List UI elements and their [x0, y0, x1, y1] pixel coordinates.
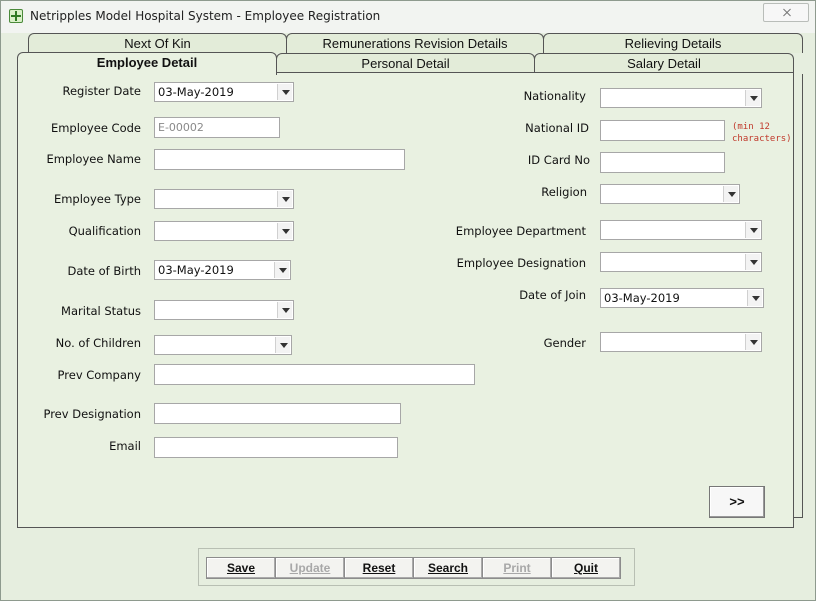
employee-name-label: Employee Name [46, 152, 141, 166]
dropdown-arrow-icon[interactable] [277, 84, 292, 100]
qualification-label: Qualification [68, 224, 141, 238]
religion-select[interactable] [600, 184, 740, 204]
print-button[interactable]: Print [482, 557, 552, 579]
employee-code-label: Employee Code [50, 121, 141, 135]
employee-designation-label: Employee Designation [456, 256, 586, 270]
no-of-children-select[interactable] [154, 335, 292, 355]
marital-status-label: Marital Status [61, 304, 141, 318]
gender-label: Gender [543, 336, 586, 350]
update-button[interactable]: Update [275, 557, 345, 579]
app-window: Netripples Model Hospital System - Emplo… [0, 0, 816, 601]
prev-company-field[interactable] [154, 364, 475, 385]
date-of-join-picker[interactable]: 03-May-2019 [600, 288, 764, 308]
date-of-join-label: Date of Join [519, 288, 586, 302]
dropdown-arrow-icon[interactable] [745, 90, 760, 106]
tab-next-of-kin[interactable]: Next Of Kin [28, 33, 287, 53]
date-of-birth-label: Date of Birth [67, 264, 142, 278]
id-card-no-field[interactable] [600, 152, 725, 173]
national-id-hint: (min 12 characters) [732, 122, 792, 144]
date-of-birth-picker[interactable]: 03-May-2019 [154, 260, 291, 280]
dropdown-arrow-icon[interactable] [275, 337, 290, 353]
register-date-value: 03-May-2019 [158, 85, 234, 99]
id-card-no-label: ID Card No [527, 153, 590, 167]
window-title: Netripples Model Hospital System - Emplo… [30, 9, 381, 23]
marital-status-select[interactable] [154, 300, 294, 320]
employee-type-select[interactable] [154, 189, 294, 209]
close-icon[interactable] [763, 3, 809, 22]
dropdown-arrow-icon[interactable] [745, 334, 760, 350]
dropdown-arrow-icon[interactable] [277, 302, 292, 318]
tab-stack-edge [793, 74, 803, 518]
no-of-children-label: No. of Children [55, 336, 141, 350]
register-date-picker[interactable]: 03-May-2019 [154, 82, 294, 102]
dropdown-arrow-icon[interactable] [747, 290, 762, 306]
app-icon [9, 9, 23, 23]
qualification-select[interactable] [154, 221, 294, 241]
tab-salary-detail[interactable]: Salary Detail [534, 53, 794, 73]
employee-department-label: Employee Department [455, 224, 586, 238]
tab-employee-detail[interactable]: Employee Detail [17, 52, 277, 75]
nationality-label: Nationality [523, 89, 586, 103]
employee-code-field[interactable]: E-00002 [154, 117, 280, 138]
national-id-field[interactable] [600, 120, 725, 141]
next-tab-button[interactable]: >> [709, 486, 765, 518]
dropdown-arrow-icon[interactable] [277, 223, 292, 239]
religion-label: Religion [541, 185, 587, 199]
prev-company-label: Prev Company [57, 368, 141, 382]
email-label: Email [109, 439, 141, 453]
tab-remunerations-revision[interactable]: Remunerations Revision Details [286, 33, 544, 53]
action-toolbar: Save Update Reset Search Print Quit [198, 548, 635, 586]
quit-button[interactable]: Quit [551, 557, 621, 579]
date-of-birth-value: 03-May-2019 [158, 263, 234, 277]
prev-designation-label: Prev Designation [43, 407, 141, 421]
gender-select[interactable] [600, 332, 762, 352]
tab-relieving-details[interactable]: Relieving Details [543, 33, 803, 53]
employee-type-label: Employee Type [53, 192, 141, 206]
national-id-label: National ID [525, 121, 589, 135]
employee-designation-select[interactable] [600, 252, 762, 272]
employee-department-select[interactable] [600, 220, 762, 240]
reset-button[interactable]: Reset [344, 557, 414, 579]
nationality-select[interactable] [600, 88, 762, 108]
prev-designation-field[interactable] [154, 403, 401, 424]
register-date-label: Register Date [62, 84, 142, 98]
save-button[interactable]: Save [206, 557, 276, 579]
search-button[interactable]: Search [413, 557, 483, 579]
dropdown-arrow-icon[interactable] [745, 222, 760, 238]
dropdown-arrow-icon[interactable] [274, 262, 289, 278]
title-bar[interactable]: Netripples Model Hospital System - Emplo… [1, 1, 815, 33]
tab-personal-detail[interactable]: Personal Detail [276, 53, 535, 73]
email-field[interactable] [154, 437, 398, 458]
dropdown-arrow-icon[interactable] [723, 186, 738, 202]
dropdown-arrow-icon[interactable] [745, 254, 760, 270]
date-of-join-value: 03-May-2019 [604, 291, 680, 305]
dropdown-arrow-icon[interactable] [277, 191, 292, 207]
employee-name-field[interactable] [154, 149, 405, 170]
